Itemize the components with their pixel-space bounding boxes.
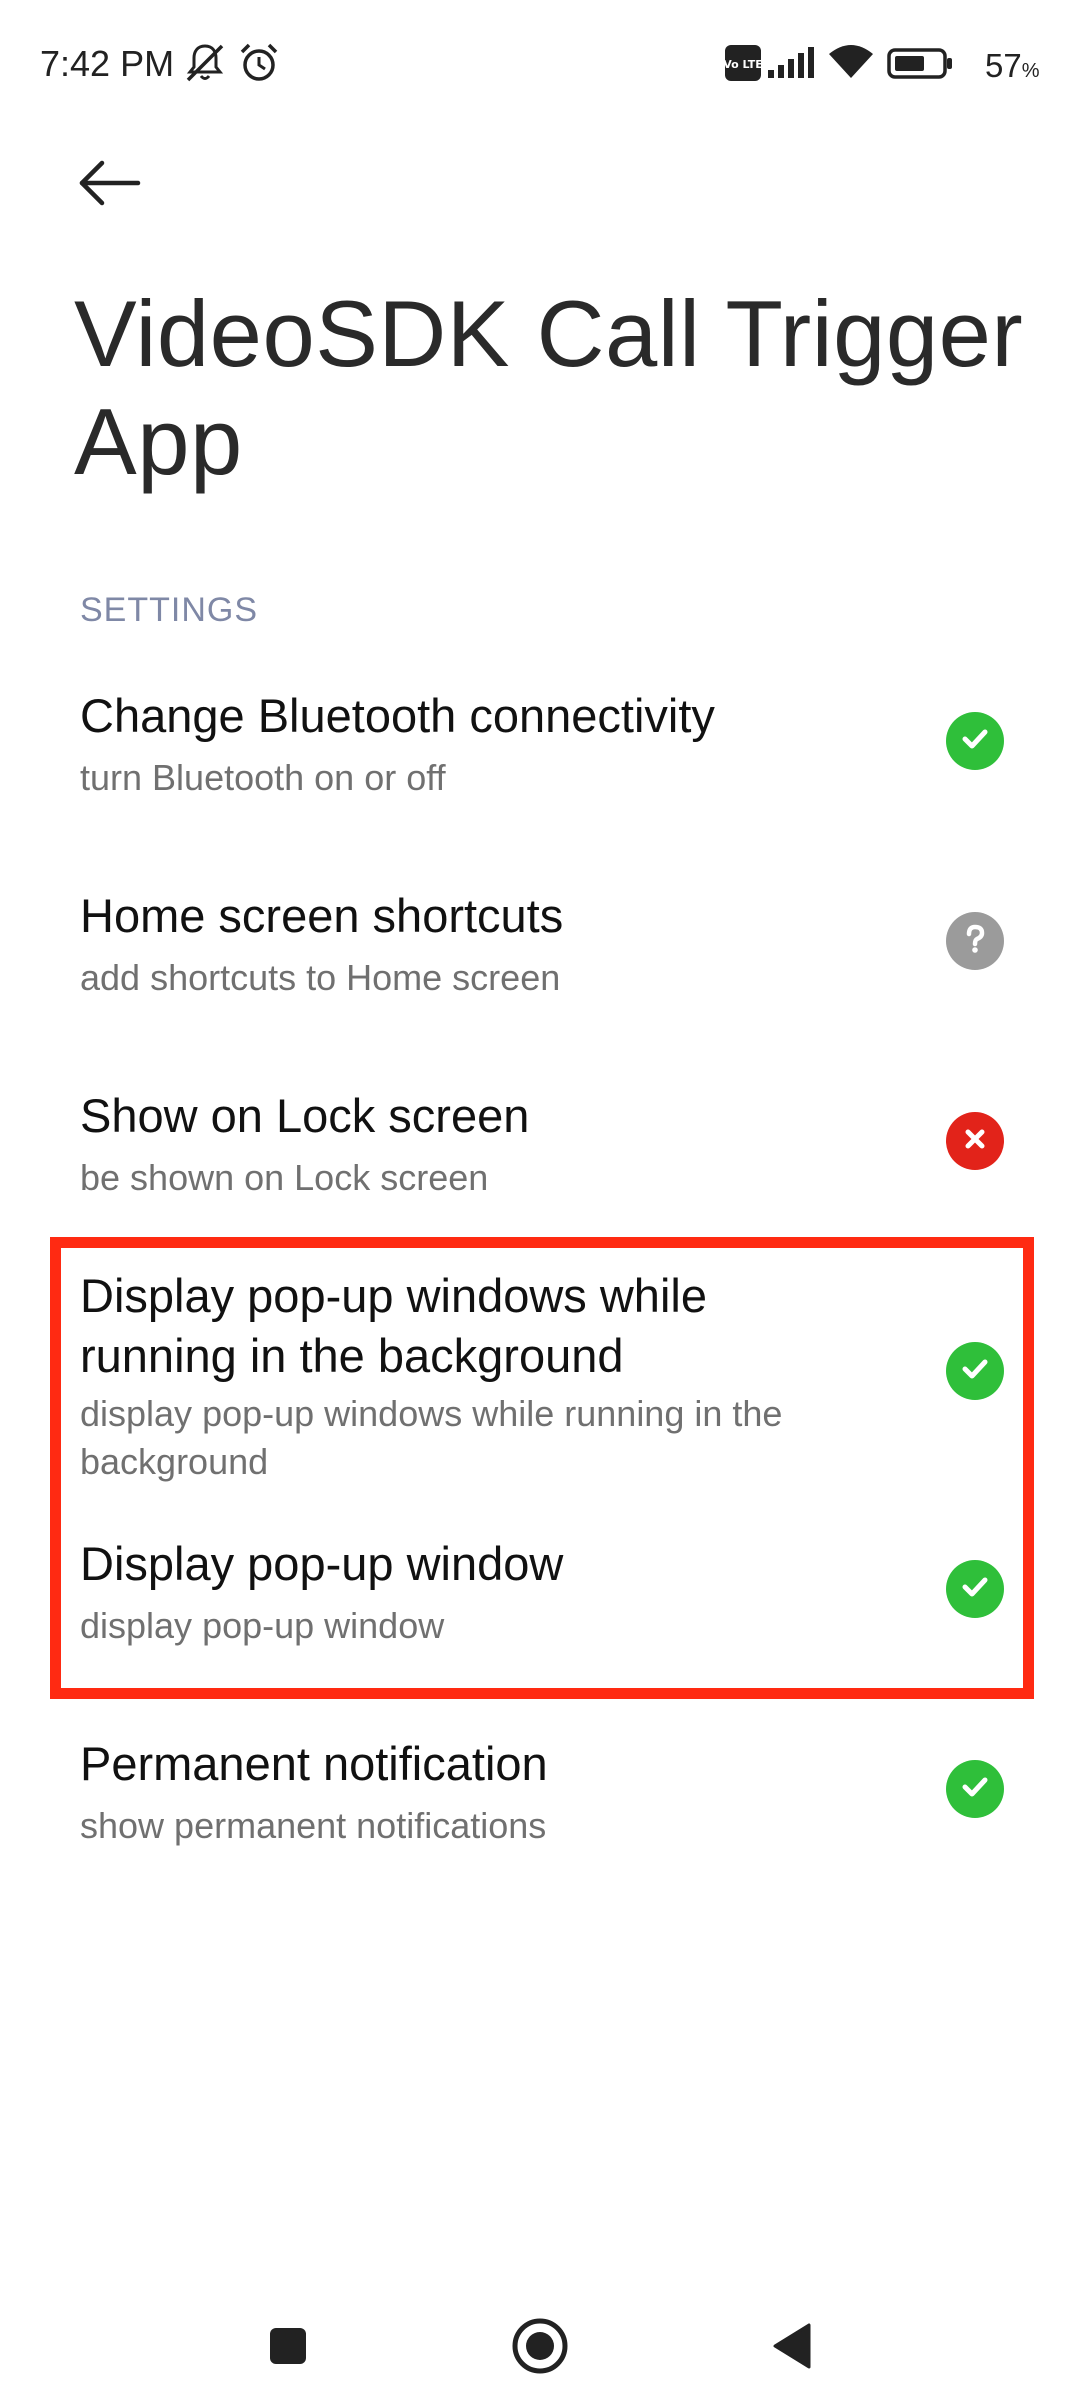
setting-subtitle: be shown on Lock screen: [80, 1157, 489, 1198]
check-icon: [958, 1570, 992, 1609]
volte-icon: Vo LTE: [723, 44, 763, 82]
status-unknown: [946, 912, 1004, 970]
setting-subtitle: display pop-up windows while running in …: [80, 1393, 783, 1482]
arrow-left-icon: [76, 158, 146, 213]
nav-back-button[interactable]: [742, 2298, 842, 2398]
question-icon: [958, 922, 992, 961]
setting-subtitle: turn Bluetooth on or off: [80, 757, 446, 798]
setting-row-lock-screen[interactable]: Show on Lock screen be shown on Lock scr…: [0, 1070, 1080, 1240]
status-time: 7:42 PM: [40, 43, 175, 84]
check-icon: [958, 722, 992, 761]
mute-icon: [182, 40, 228, 86]
wifi-icon: [826, 40, 876, 86]
setting-row-popup-window[interactable]: Display pop-up window display pop-up win…: [0, 1518, 1080, 1688]
page-title: VideoSDK Call Trigger App: [74, 281, 1024, 494]
check-icon: [958, 1352, 992, 1391]
setting-title: Change Bluetooth connectivity: [80, 689, 715, 742]
status-granted: [946, 1560, 1004, 1618]
setting-title: Home screen shortcuts: [80, 889, 564, 942]
setting-row-bluetooth[interactable]: Change Bluetooth connectivity turn Bluet…: [0, 670, 1080, 850]
setting-subtitle: display pop-up window: [80, 1605, 445, 1646]
status-granted: [946, 1760, 1004, 1818]
back-triangle-icon: [769, 2321, 815, 2376]
check-icon: [958, 1770, 992, 1809]
setting-subtitle: show permanent notifications: [80, 1805, 547, 1846]
status-granted: [946, 712, 1004, 770]
battery-percent-sign: %: [1021, 60, 1040, 82]
home-circle-icon: [510, 2316, 570, 2381]
setting-row-home-shortcuts[interactable]: Home screen shortcuts add shortcuts to H…: [0, 870, 1080, 1050]
battery-icon: [886, 40, 956, 86]
status-granted: [946, 1342, 1004, 1400]
setting-title: Show on Lock screen: [80, 1089, 530, 1142]
nav-home-button[interactable]: [490, 2298, 590, 2398]
setting-row-permanent-notification[interactable]: Permanent notification show permanent no…: [0, 1718, 1080, 1888]
setting-title: Permanent notification: [80, 1737, 548, 1790]
cross-icon: [958, 1122, 992, 1161]
battery-percent: 57%: [985, 46, 1040, 91]
setting-title: Display pop-up windows while running in …: [80, 1269, 707, 1382]
alarm-icon: [236, 40, 282, 86]
status-bar: 7:42 PM Vo LTE 57%: [0, 0, 1080, 130]
recents-square-icon: [266, 2324, 310, 2373]
status-denied: [946, 1112, 1004, 1170]
setting-row-popup-background[interactable]: Display pop-up windows while running in …: [0, 1250, 1080, 1500]
setting-subtitle: add shortcuts to Home screen: [80, 957, 561, 998]
battery-percent-value: 57: [985, 47, 1022, 84]
section-label-settings: SETTINGS: [80, 591, 259, 629]
volte-label: Vo LTE: [724, 58, 762, 71]
setting-title: Display pop-up window: [80, 1537, 564, 1590]
back-button[interactable]: [66, 140, 156, 230]
signal-icon: [766, 40, 818, 86]
nav-recents-button[interactable]: [238, 2298, 338, 2398]
